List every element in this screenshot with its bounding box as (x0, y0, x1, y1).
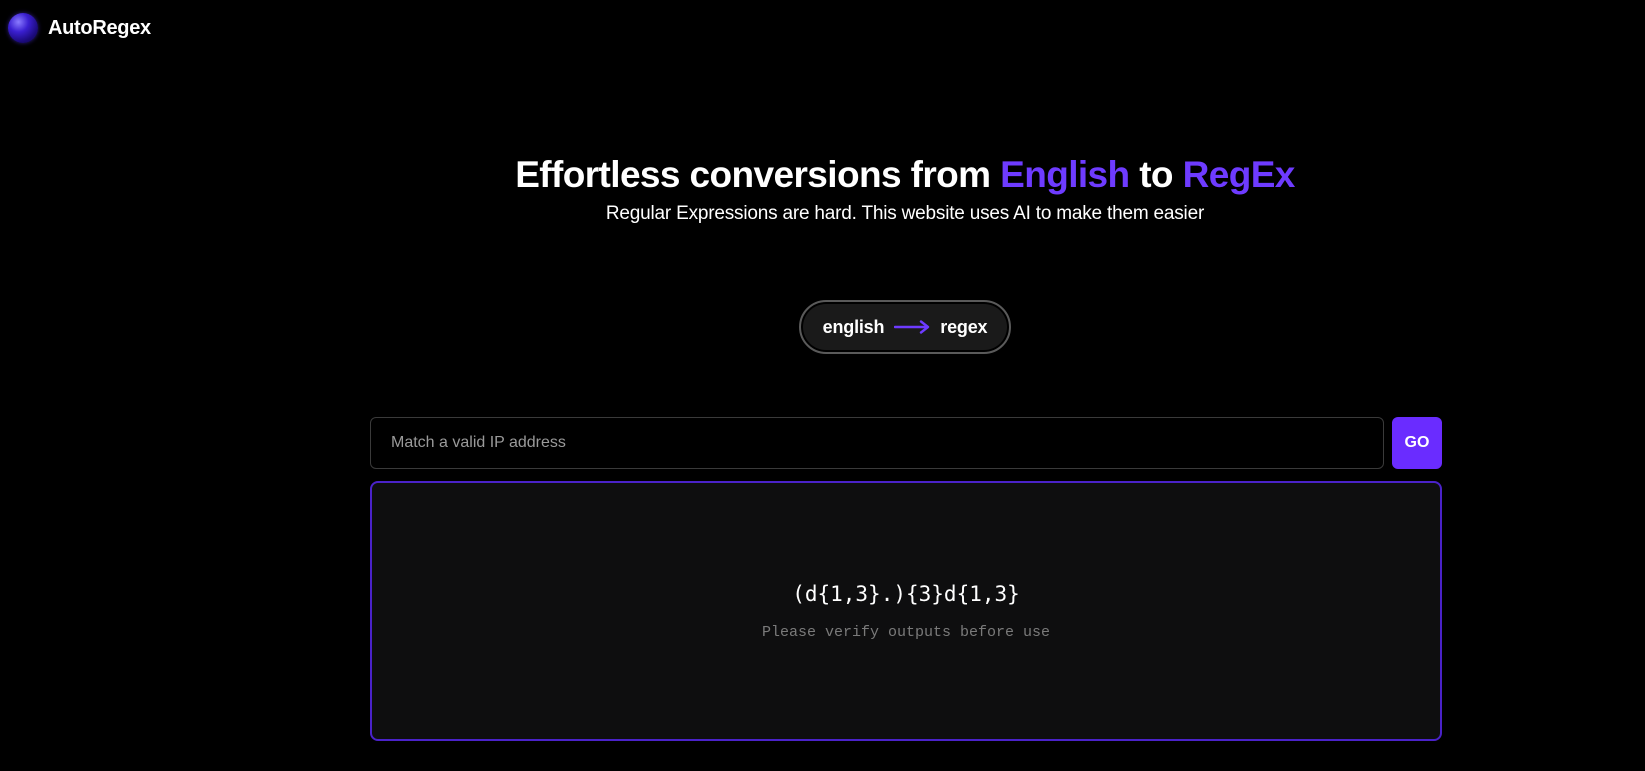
arrow-right-icon (894, 320, 930, 334)
page-subtitle: Regular Expressions are hard. This websi… (605, 203, 1205, 224)
orb-logo-icon (8, 13, 38, 43)
app-page: AutoRegex Effortless conversions from En… (0, 0, 1645, 771)
go-button[interactable]: GO (1392, 417, 1442, 469)
hero-section: Effortless conversions from English to R… (340, 153, 1470, 227)
title-middle: to (1129, 154, 1183, 195)
title-accent-regex: RegEx (1182, 154, 1296, 195)
brand-name: AutoRegex (48, 16, 151, 39)
brand-logo[interactable]: AutoRegex (8, 13, 151, 43)
output-panel: (d{1,3}.){3}d{1,3} Please verify outputs… (370, 481, 1442, 741)
title-accent-english: English (1000, 154, 1130, 195)
prompt-input[interactable] (370, 417, 1384, 469)
mode-toggle-button[interactable]: english regex (799, 300, 1011, 354)
prompt-row: GO (370, 417, 1442, 469)
verify-note: Please verify outputs before use (761, 623, 1051, 641)
page-title: Effortless conversions from English to R… (340, 153, 1470, 197)
regex-output[interactable]: (d{1,3}.){3}d{1,3} (792, 582, 1020, 606)
mode-to-label: regex (940, 316, 988, 337)
title-prefix: Effortless conversions from (515, 154, 1001, 195)
mode-from-label: english (822, 316, 885, 337)
